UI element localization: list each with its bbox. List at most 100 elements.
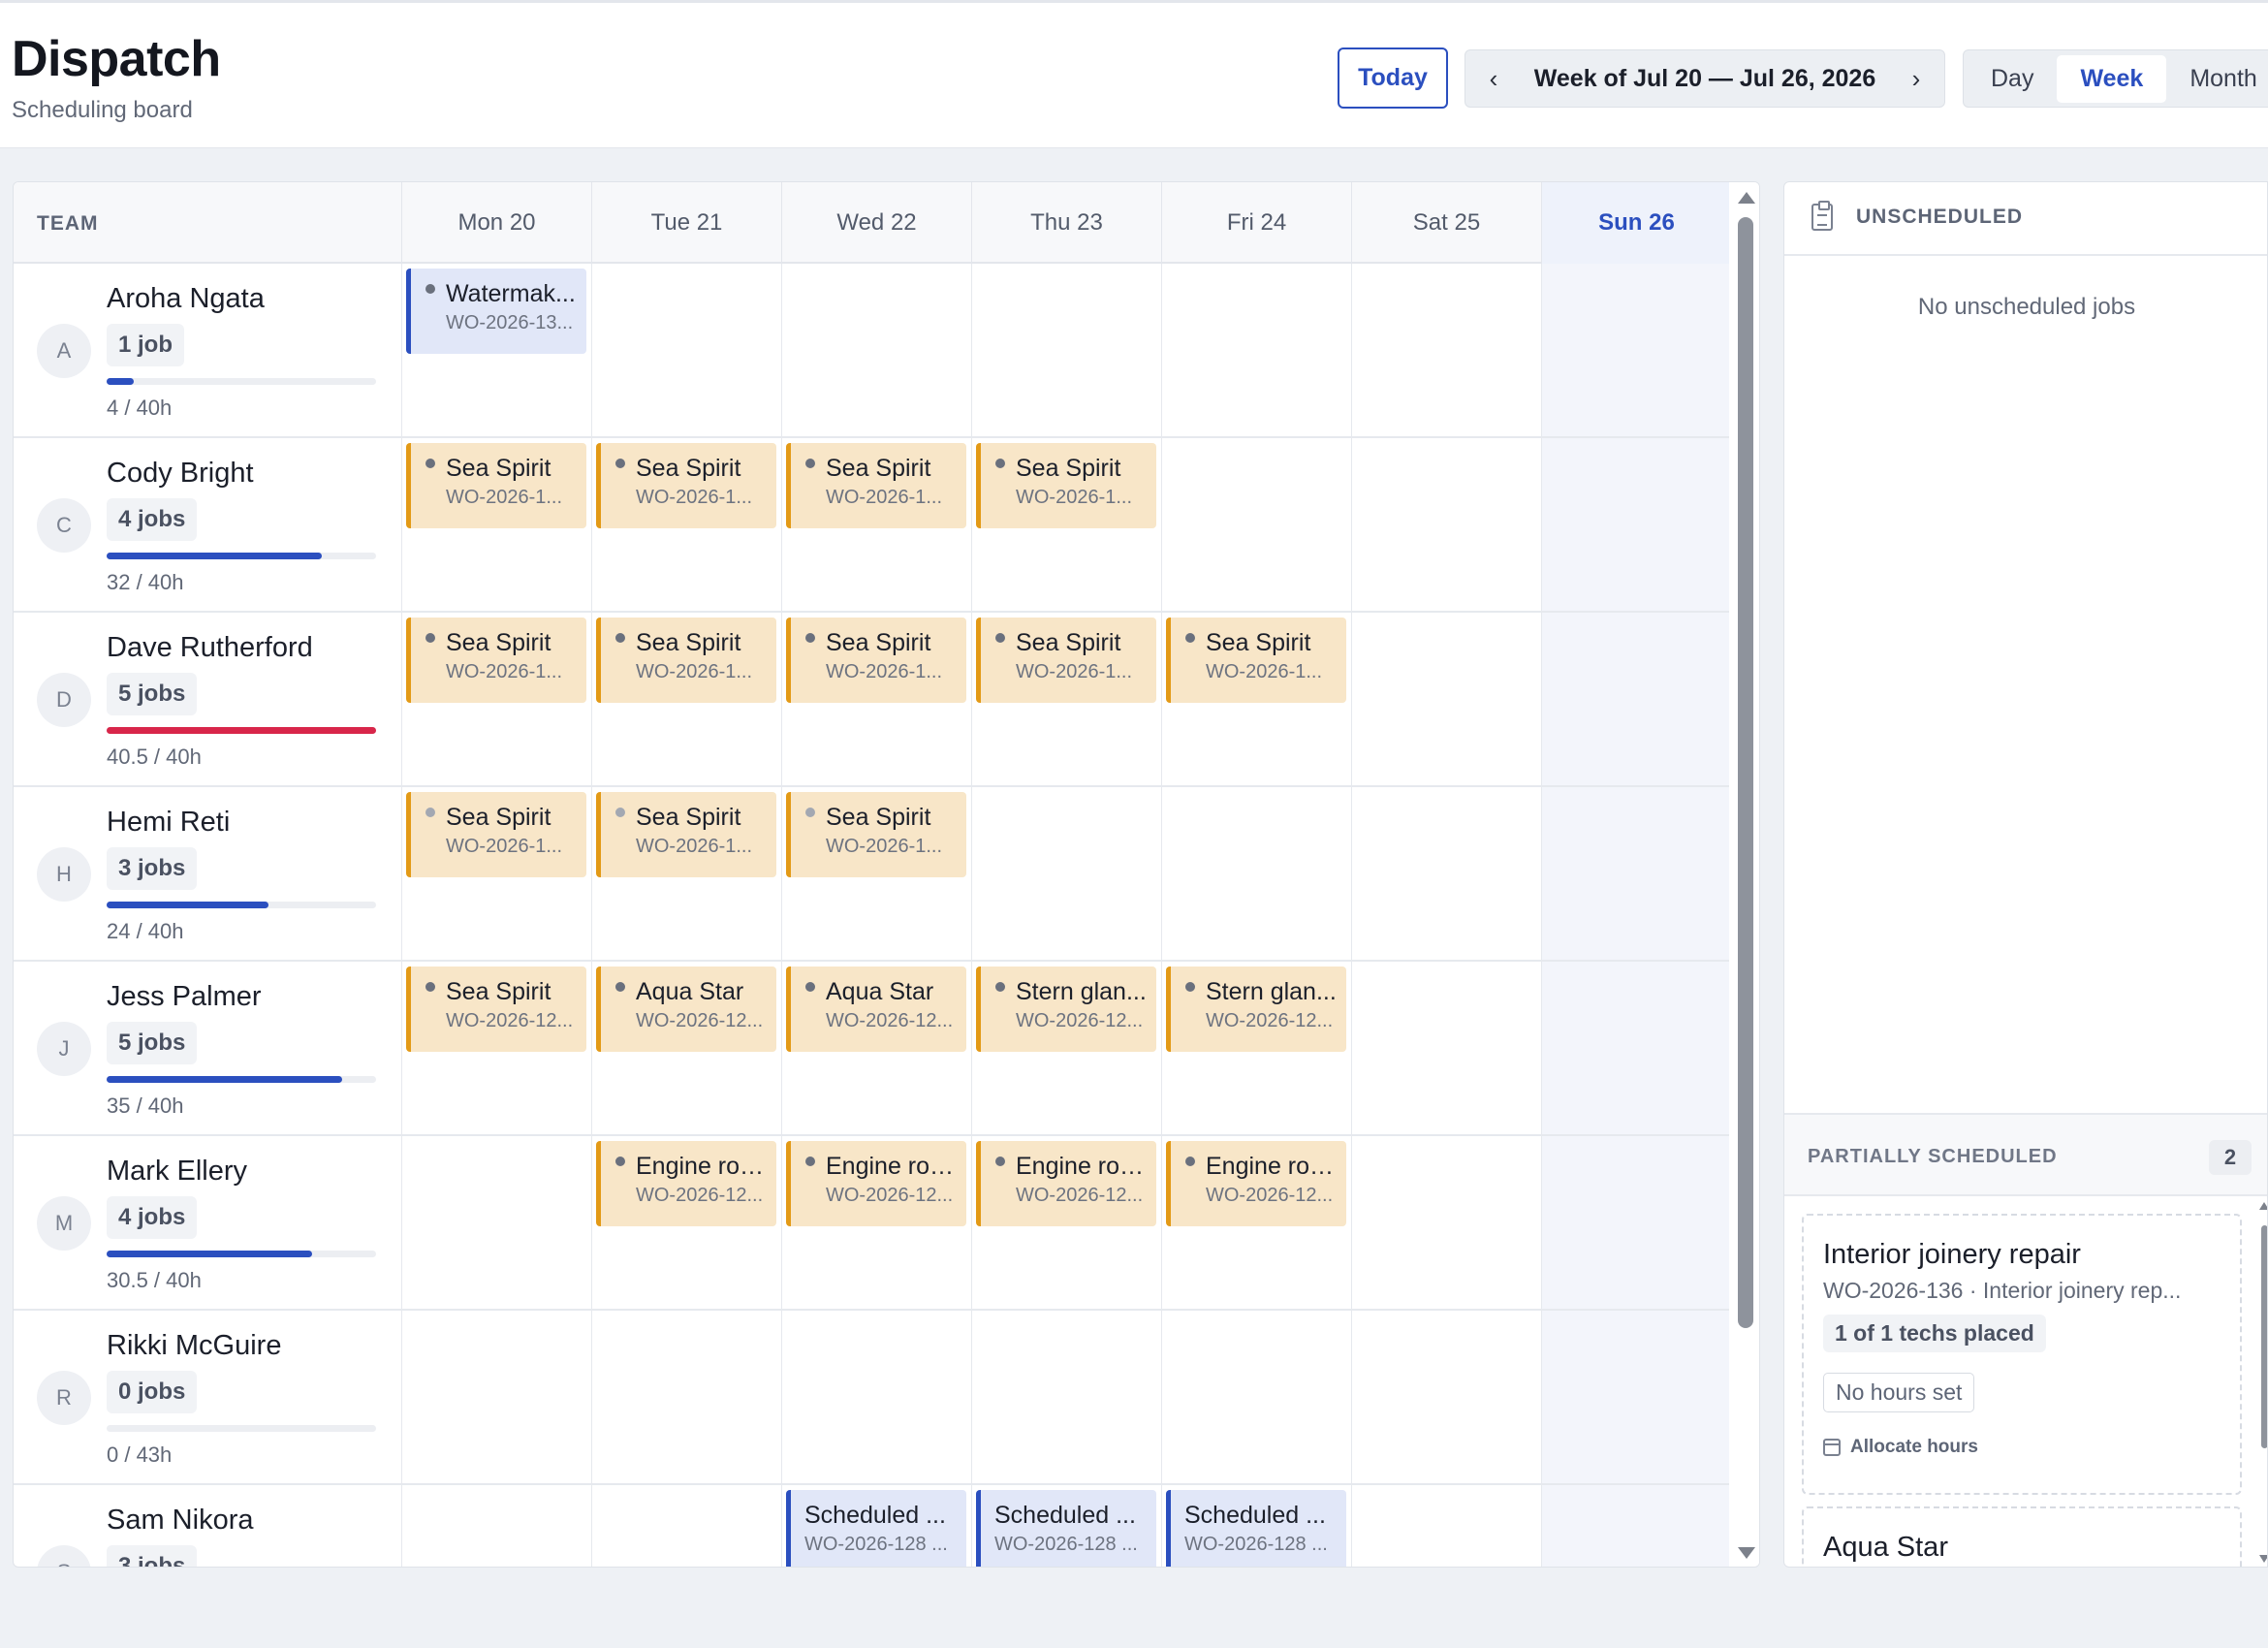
week-navigator: ‹ Week of Jul 20 — Jul 26, 2026 › [1465, 49, 1945, 108]
job-card[interactable]: Sea Spirit WO-2026-1... [406, 443, 586, 528]
day-header: Sat 25 [1351, 182, 1541, 264]
status-dot-icon [805, 808, 815, 817]
job-card[interactable]: Sea Spirit WO-2026-1... [596, 618, 776, 703]
job-card-title: Engine roo... [1016, 1153, 1147, 1180]
day-header: Wed 22 [781, 182, 971, 264]
allocate-hours-label: Allocate hours [1850, 1437, 1978, 1457]
allocate-hours-button[interactable]: Allocate hours [1823, 1437, 1978, 1458]
technician-name[interactable]: Mark Ellery [107, 1156, 247, 1188]
job-card-wo: WO-2026-1... [826, 487, 943, 508]
job-card[interactable]: Sea Spirit WO-2026-1... [1166, 618, 1346, 703]
job-card-wo: WO-2026-1... [636, 836, 753, 857]
job-card[interactable]: Sea Spirit WO-2026-1... [976, 443, 1156, 528]
job-card-wo: WO-2026-1... [446, 836, 563, 857]
job-card[interactable]: Aqua Star WO-2026-12... [786, 967, 966, 1052]
job-card[interactable]: Scheduled ... WO-2026-128 ... [1166, 1490, 1346, 1567]
avatar: J [37, 1022, 91, 1076]
technician-name[interactable]: Aroha Ngata [107, 283, 265, 315]
job-card[interactable]: Sea Spirit WO-2026-12... [406, 967, 586, 1052]
jobs-count-badge: 1 job [107, 324, 185, 366]
app-header: Dispatch Scheduling board Today ‹ Week o… [0, 0, 2268, 148]
view-week-tab[interactable]: Week [2057, 54, 2167, 103]
board-header: TEAM Mon 20 Tue 21 Wed 22 Thu 23 Fri 24 Sat 2… [14, 182, 1731, 264]
board-scrollbar[interactable] [1729, 182, 1759, 1567]
chevron-left-icon[interactable]: ‹ [1465, 64, 1522, 94]
status-dot-icon [1185, 982, 1195, 992]
job-card-title: Scheduled ... [994, 1502, 1136, 1529]
partial-job-card[interactable]: Aqua Star [1802, 1506, 2242, 1567]
technician-name[interactable]: Rikki McGuire [107, 1330, 281, 1362]
job-card[interactable]: Engine roo... WO-2026-12... [596, 1141, 776, 1226]
status-dot-icon [805, 459, 815, 468]
job-card-title: Sea Spirit [1016, 455, 1121, 482]
job-card-title: Engine roo... [636, 1153, 767, 1180]
job-card-title: Sea Spirit [826, 629, 931, 656]
job-card[interactable]: Sea Spirit WO-2026-1... [976, 618, 1156, 703]
capacity-text: 24 / 40h [107, 919, 184, 943]
job-card-title: Aqua Star [636, 978, 744, 1005]
partial-job-card[interactable]: Interior joinery repair WO-2026-136 · In… [1802, 1214, 2242, 1495]
technician-row: M Mark Ellery 4 jobs 30.5 / 40h Engine roo..… [14, 1136, 1729, 1311]
technician-name[interactable]: Jess Palmer [107, 981, 262, 1013]
status-dot-icon [615, 982, 625, 992]
status-dot-icon [615, 633, 625, 643]
job-card[interactable]: Stern glan... WO-2026-12... [976, 967, 1156, 1052]
job-card-wo: WO-2026-1... [446, 487, 563, 508]
job-card-wo: WO-2026-128 ... [994, 1534, 1138, 1555]
technician-name[interactable]: Sam Nikora [107, 1505, 254, 1537]
jobs-count-badge: 5 jobs [107, 1022, 198, 1064]
scroll-thumb[interactable] [1738, 217, 1753, 1328]
job-card[interactable]: Engine roo... WO-2026-12... [976, 1141, 1156, 1226]
scroll-down-arrow[interactable] [1738, 1547, 1755, 1559]
side-panel: UNSCHEDULED No unscheduled jobs PARTIALL… [1783, 181, 2268, 1568]
job-card[interactable]: Scheduled ... WO-2026-128 ... [786, 1490, 966, 1567]
panel-scrollbar[interactable] [2259, 1196, 2267, 1567]
partial-job-title: Aqua Star [1823, 1532, 1948, 1563]
technician-name[interactable]: Dave Rutherford [107, 632, 313, 664]
job-card[interactable]: Aqua Star WO-2026-12... [596, 967, 776, 1052]
job-card-wo: WO-2026-12... [1206, 1185, 1334, 1206]
job-card[interactable]: Stern glan... WO-2026-12... [1166, 967, 1346, 1052]
scroll-up-arrow[interactable] [1738, 192, 1755, 204]
day-header: Mon 20 [401, 182, 591, 264]
capacity-bar-fill [107, 378, 134, 385]
job-card-title: Engine roo... [1206, 1153, 1337, 1180]
job-card[interactable]: Sea Spirit WO-2026-1... [786, 443, 966, 528]
capacity-bar-fill [107, 553, 323, 559]
job-card[interactable]: Engine roo... WO-2026-12... [1166, 1141, 1346, 1226]
partially-scheduled-count: 2 [2209, 1140, 2252, 1175]
technician-name[interactable]: Cody Bright [107, 458, 254, 490]
job-card[interactable]: Engine roo... WO-2026-12... [786, 1141, 966, 1226]
week-label: Week of Jul 20 — Jul 26, 2026 [1533, 64, 1876, 92]
status-dot-icon [995, 633, 1005, 643]
status-dot-icon [425, 808, 435, 817]
scroll-down-arrow[interactable] [2259, 1555, 2267, 1563]
chevron-right-icon[interactable]: › [1888, 64, 1944, 94]
job-card[interactable]: Sea Spirit WO-2026-1... [406, 792, 586, 877]
capacity-bar [107, 1076, 376, 1083]
status-dot-icon [995, 1157, 1005, 1166]
job-card-wo: WO-2026-12... [826, 1185, 954, 1206]
today-button[interactable]: Today [1338, 48, 1448, 109]
partially-scheduled-header: PARTIALLY SCHEDULED 2 [1784, 1113, 2267, 1196]
job-card-wo: WO-2026-1... [446, 661, 563, 682]
job-card[interactable]: Scheduled ... WO-2026-128 ... [976, 1490, 1156, 1567]
job-card-wo: WO-2026-128 ... [804, 1534, 948, 1555]
job-card-title: Stern glan... [1016, 978, 1147, 1005]
scroll-up-arrow[interactable] [2259, 1202, 2267, 1210]
status-dot-icon [615, 459, 625, 468]
status-dot-icon [1185, 633, 1195, 643]
scroll-thumb[interactable] [2261, 1225, 2267, 1448]
job-card[interactable]: Sea Spirit WO-2026-1... [786, 618, 966, 703]
status-dot-icon [425, 633, 435, 643]
job-card-title: Sea Spirit [636, 629, 741, 656]
status-dot-icon [1185, 1157, 1195, 1166]
view-day-tab[interactable]: Day [1968, 55, 2057, 103]
job-card[interactable]: Sea Spirit WO-2026-1... [406, 618, 586, 703]
view-month-tab[interactable]: Month [2166, 55, 2268, 103]
job-card[interactable]: Sea Spirit WO-2026-1... [596, 443, 776, 528]
job-card[interactable]: Sea Spirit WO-2026-1... [596, 792, 776, 877]
job-card[interactable]: Watermak... WO-2026-13... [406, 269, 586, 354]
technician-name[interactable]: Hemi Reti [107, 807, 230, 839]
job-card[interactable]: Sea Spirit WO-2026-1... [786, 792, 966, 877]
